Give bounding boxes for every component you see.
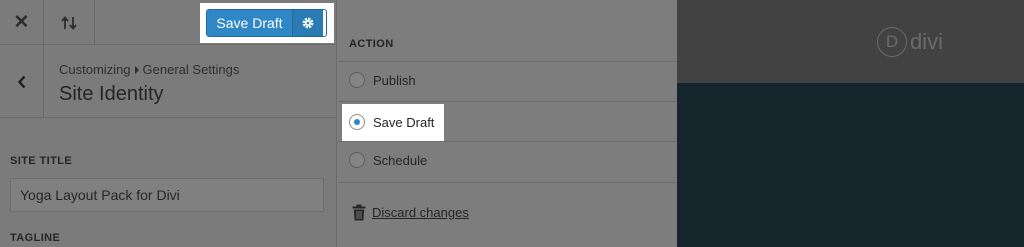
save-draft-split-button: Save Draft (206, 9, 327, 37)
logo-circle: D (877, 27, 907, 57)
action-option-publish[interactable]: Publish (338, 61, 677, 101)
back-button[interactable] (0, 45, 44, 118)
breadcrumb-separator-icon (134, 65, 139, 74)
site-preview: D divi (677, 0, 1024, 247)
customizer-panel: ✕ Save Draft Customizing General Setting… (0, 0, 337, 247)
discard-changes-label: Discard changes (372, 205, 469, 220)
page-title: Site Identity (59, 83, 164, 105)
site-title-label: SITE TITLE (10, 155, 73, 167)
save-options-button[interactable] (292, 10, 323, 36)
close-icon: ✕ (13, 12, 30, 33)
publish-action-panel: ACTION Publish Save Draft Schedule Disca… (338, 0, 677, 247)
radio-selected-dot (354, 119, 360, 125)
save-button-highlight: Save Draft (200, 3, 334, 43)
schedule-radio[interactable] (349, 152, 365, 168)
publish-radio[interactable] (349, 72, 365, 88)
save-draft-label: Save Draft (373, 114, 435, 130)
action-option-schedule[interactable]: Schedule (338, 141, 677, 181)
divi-logo: D divi (877, 27, 943, 57)
discard-changes-link[interactable]: Discard changes (352, 204, 469, 221)
customizer-topbar: ✕ Save Draft (0, 0, 337, 45)
section-header: Customizing General Settings Site Identi… (0, 45, 337, 118)
schedule-label: Schedule (373, 152, 428, 168)
logo-word: divi (910, 29, 944, 54)
action-heading: ACTION (349, 38, 394, 50)
breadcrumb-child: General Settings (142, 62, 240, 77)
options-divider (338, 182, 677, 183)
trash-icon (352, 204, 366, 221)
chevron-left-icon (17, 75, 25, 88)
close-button[interactable]: ✕ (0, 0, 44, 45)
action-option-save-draft[interactable]: Save Draft (338, 101, 677, 141)
publish-label: Publish (373, 72, 416, 88)
save-draft-highlight: Save Draft (342, 104, 444, 141)
breadcrumb: Customizing General Settings (59, 62, 239, 77)
reorder-button[interactable] (44, 0, 95, 45)
preview-header: D divi (677, 0, 1024, 83)
save-draft-radio[interactable] (349, 114, 365, 130)
breadcrumb-parent: Customizing (59, 62, 131, 77)
save-draft-button[interactable]: Save Draft (207, 10, 292, 36)
gear-icon (302, 17, 314, 29)
tagline-label: TAGLINE (10, 232, 61, 244)
reorder-arrows-icon (61, 15, 77, 30)
site-title-input[interactable] (10, 178, 324, 212)
